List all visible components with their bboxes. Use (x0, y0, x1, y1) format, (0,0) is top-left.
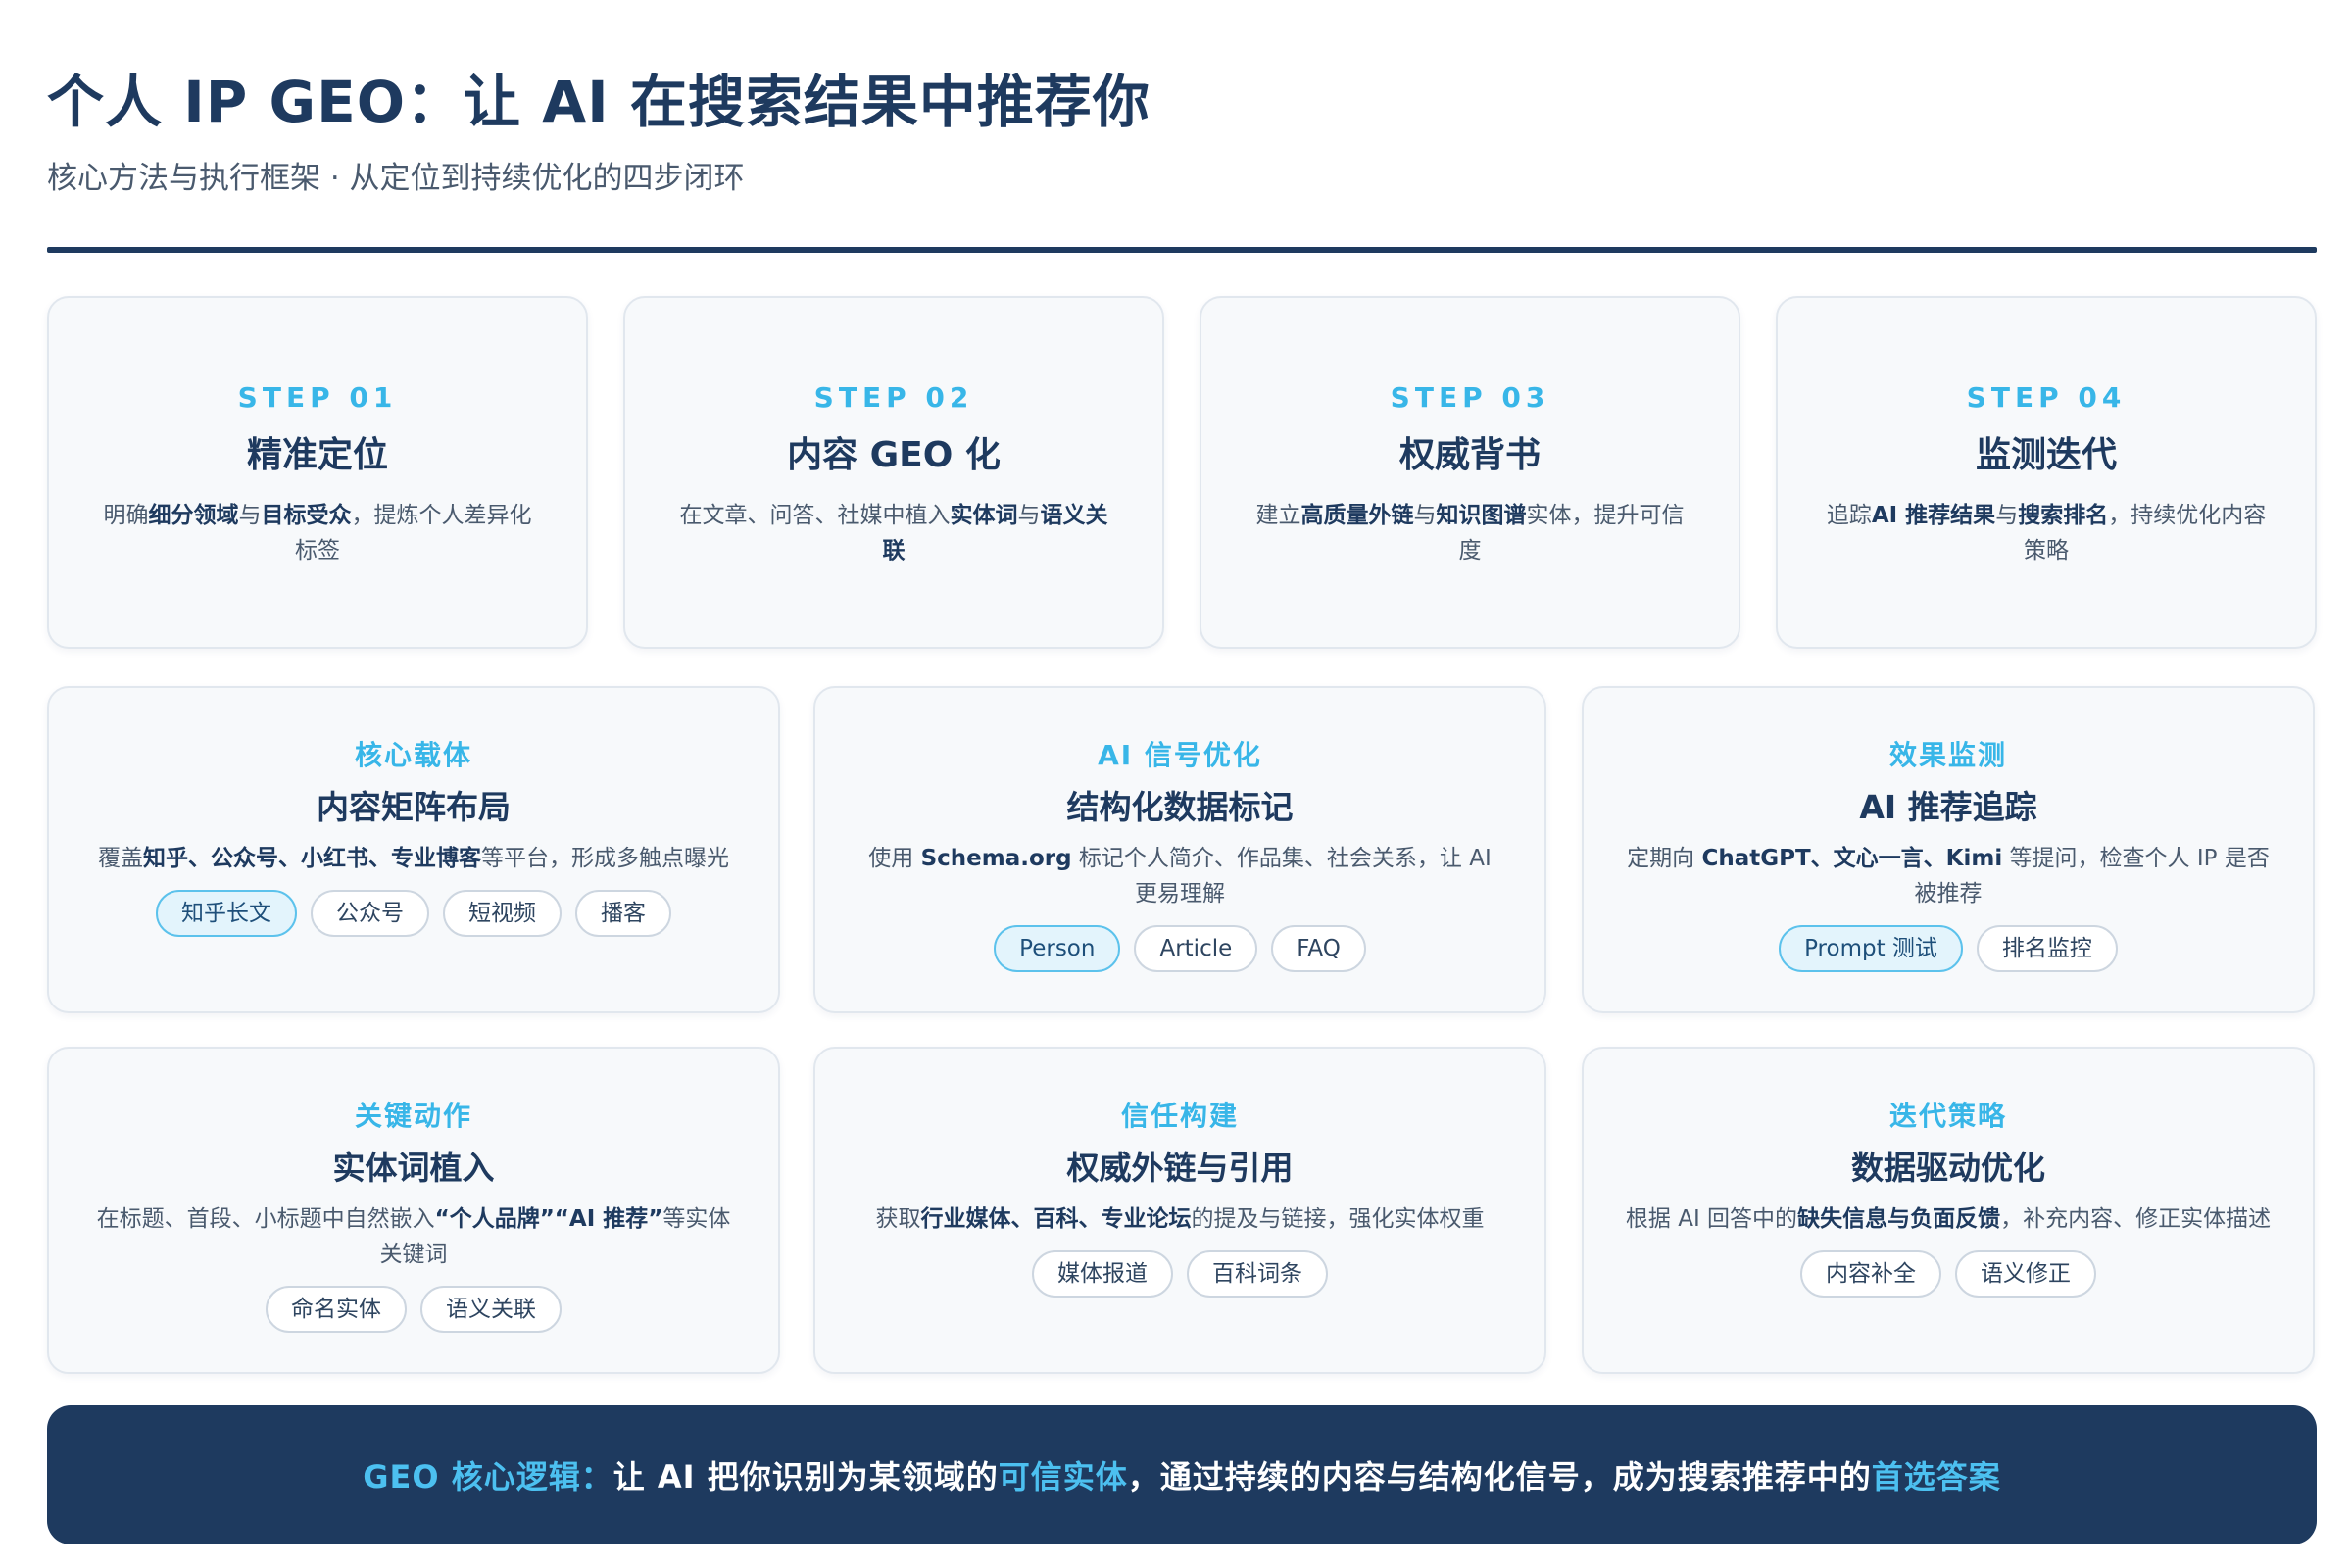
tag-chip[interactable]: 语义修正 (1955, 1250, 2096, 1298)
tag-chip[interactable]: 百科词条 (1187, 1250, 1328, 1298)
detail-label: 关键动作 (354, 1100, 472, 1132)
tag-chip[interactable]: 播客 (575, 890, 671, 937)
detail-label: 核心载体 (354, 739, 472, 771)
detail-description: 根据 AI 回答中的缺失信息与负面反馈，补充内容、修正实体描述 (1625, 1206, 2272, 1232)
tag-chip[interactable]: 排名监控 (1976, 925, 2118, 972)
tag-chip[interactable]: 语义关联 (420, 1286, 562, 1333)
step-title: 内容 GEO 化 (787, 435, 1001, 475)
banner-lead: GEO 核心逻辑： (363, 1458, 613, 1495)
tag-chip[interactable]: Prompt 测试 (1779, 925, 1963, 972)
step-description: 建立高质量外链与知识图谱实体，提升可信度 (1255, 503, 1685, 564)
tag-list: 命名实体 语义关联 (49, 1286, 778, 1333)
detail-card-authority-links: 信任构建 权威外链与引用 获取行业媒体、百科、专业论坛的提及与链接，强化实体权重… (813, 1047, 1546, 1374)
step-label: STEP 04 (1966, 381, 2127, 414)
banner-highlight: 可信实体 (998, 1458, 1128, 1495)
step-label: STEP 03 (1390, 381, 1550, 414)
step-card-3: STEP 03 权威背书 建立高质量外链与知识图谱实体，提升可信度 (1200, 296, 1740, 649)
detail-label: 信任构建 (1120, 1100, 1239, 1132)
header: 个人 IP GEO：让 AI 在搜索结果中推荐你 核心方法与执行框架 · 从定位… (47, 59, 2305, 202)
step-title: 监测迭代 (1975, 435, 2117, 475)
step-title: 精准定位 (246, 435, 388, 475)
tag-chip[interactable]: 媒体报道 (1032, 1250, 1173, 1298)
core-logic-banner: GEO 核心逻辑： 让 AI 把你识别为某领域的 可信实体 ，通过持续的内容与结… (47, 1405, 2317, 1544)
detail-description: 覆盖知乎、公众号、小红书、专业博客等平台，形成多触点曝光 (98, 846, 729, 871)
step-card-4: STEP 04 监测迭代 追踪AI 推荐结果与搜索排名，持续优化内容策略 (1776, 296, 2317, 649)
detail-title: 实体词植入 (332, 1149, 495, 1187)
tag-chip[interactable]: 内容补全 (1800, 1250, 1941, 1298)
tag-chip[interactable]: 公众号 (311, 890, 429, 937)
tag-chip[interactable]: Article (1134, 925, 1258, 972)
step-label: STEP 01 (237, 381, 398, 414)
detail-title: 内容矩阵布局 (317, 788, 511, 826)
detail-title: 权威外链与引用 (1066, 1149, 1294, 1187)
banner-text: ，通过持续的内容与结构化信号，成为搜索推荐中的 (1127, 1458, 1872, 1495)
header-divider (47, 247, 2317, 253)
page-title: 个人 IP GEO：让 AI 在搜索结果中推荐你 (47, 69, 1151, 135)
banner-highlight: 首选答案 (1871, 1458, 2001, 1495)
step-title: 权威背书 (1398, 435, 1541, 475)
step-card-1: STEP 01 精准定位 明确细分领域与目标受众，提炼个人差异化标签 (47, 296, 588, 649)
detail-description: 定期向 ChatGPT、文心一言、Kimi 等提问，检查个人 IP 是否被推荐 (1627, 846, 2270, 906)
detail-description: 使用 Schema.org 标记个人简介、作品集、社会关系，让 AI 更易理解 (868, 846, 1492, 906)
step-description: 追踪AI 推荐结果与搜索排名，持续优化内容策略 (1826, 503, 2267, 564)
tag-chip[interactable]: FAQ (1271, 925, 1366, 972)
detail-label: 效果监测 (1888, 739, 2007, 771)
detail-card-entity-words: 关键动作 实体词植入 在标题、首段、小标题中自然嵌入“个人品牌”“AI 推荐”等… (47, 1047, 780, 1374)
tag-chip[interactable]: 命名实体 (266, 1286, 407, 1333)
detail-card-data-driven: 迭代策略 数据驱动优化 根据 AI 回答中的缺失信息与负面反馈，补充内容、修正实… (1582, 1047, 2315, 1374)
detail-description: 获取行业媒体、百科、专业论坛的提及与链接，强化实体权重 (875, 1206, 1485, 1232)
detail-card-structured-data: AI 信号优化 结构化数据标记 使用 Schema.org 标记个人简介、作品集… (813, 686, 1546, 1013)
detail-label: AI 信号优化 (1098, 739, 1262, 771)
banner-text: 让 AI 把你识别为某领域的 (612, 1458, 999, 1495)
page-subtitle: 核心方法与执行框架 · 从定位到持续优化的四步闭环 (47, 161, 745, 196)
step-description: 在文章、问答、社媒中植入实体词与语义关联 (679, 503, 1108, 564)
step-label: STEP 02 (813, 381, 974, 414)
tag-list: 知乎长文 公众号 短视频 播客 (49, 890, 778, 937)
tag-list: 内容补全 语义修正 (1584, 1250, 2313, 1298)
tag-chip[interactable]: 短视频 (443, 890, 562, 937)
tag-list: Person Article FAQ (815, 925, 1544, 972)
detail-title: 数据驱动优化 (1851, 1149, 2045, 1187)
detail-label: 迭代策略 (1888, 1100, 2007, 1132)
detail-description: 在标题、首段、小标题中自然嵌入“个人品牌”“AI 推荐”等实体关键词 (96, 1206, 731, 1267)
tag-list: Prompt 测试 排名监控 (1584, 925, 2313, 972)
detail-card-content-matrix: 核心载体 内容矩阵布局 覆盖知乎、公众号、小红书、专业博客等平台，形成多触点曝光… (47, 686, 780, 1013)
tag-list: 媒体报道 百科词条 (815, 1250, 1544, 1298)
tag-chip[interactable]: 知乎长文 (156, 890, 297, 937)
step-description: 明确细分领域与目标受众，提炼个人差异化标签 (103, 503, 532, 564)
step-card-2: STEP 02 内容 GEO 化 在文章、问答、社媒中植入实体词与语义关联 (623, 296, 1164, 649)
detail-card-ai-tracking: 效果监测 AI 推荐追踪 定期向 ChatGPT、文心一言、Kimi 等提问，检… (1582, 686, 2315, 1013)
tag-chip[interactable]: Person (994, 925, 1121, 972)
detail-title: 结构化数据标记 (1066, 788, 1294, 826)
detail-title: AI 推荐追踪 (1859, 788, 2037, 826)
